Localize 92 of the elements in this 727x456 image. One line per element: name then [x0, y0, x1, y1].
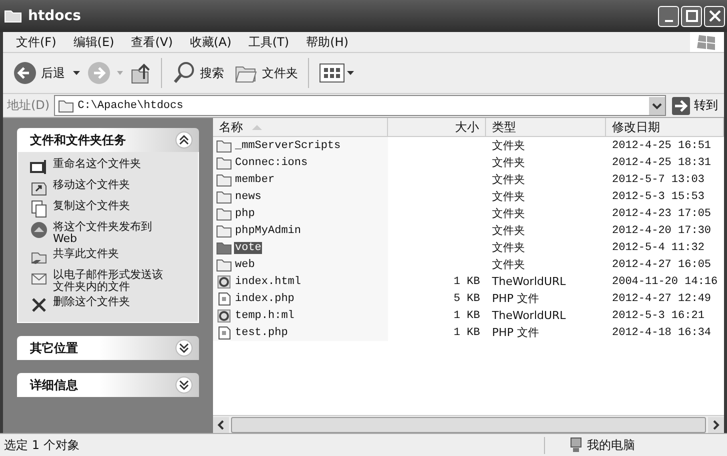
views-icon — [319, 62, 355, 84]
file-size: 5 KB — [454, 292, 480, 304]
delete-icon — [30, 296, 48, 314]
modified-date: 2012-4-27 16:05 — [612, 258, 712, 270]
file-type: 文件夹 — [492, 206, 525, 221]
menu-item[interactable]: 帮助(H) — [306, 34, 348, 50]
file-size: 1 KB — [454, 276, 480, 288]
maximize-button[interactable] — [681, 6, 702, 26]
dropdown-icon[interactable] — [649, 96, 665, 114]
file-name[interactable]: php — [234, 208, 256, 220]
file-name[interactable]: vote — [234, 242, 262, 254]
folders-button[interactable]: 文件夹 — [232, 62, 300, 84]
status-text: 选定 1 个对象 — [0, 436, 545, 454]
file-size: 1 KB — [454, 310, 480, 322]
task-link[interactable]: 复制这个文件夹 — [53, 200, 130, 212]
folder-icon — [58, 98, 74, 112]
modified-date: 2012-5-3 15:53 — [612, 190, 704, 202]
file-name[interactable]: web — [234, 258, 256, 270]
file-type: 文件夹 — [492, 155, 525, 170]
scroll-left-icon[interactable] — [213, 416, 229, 432]
close-button[interactable] — [704, 6, 725, 26]
modified-date: 2012-5-7 13:03 — [612, 174, 704, 186]
computer-icon — [569, 437, 583, 453]
column-header[interactable]: 修改日期 — [606, 118, 724, 136]
minimize-button[interactable] — [658, 6, 679, 26]
menu-item[interactable]: 文件(F) — [16, 34, 56, 50]
file-type: PHP 文件 — [492, 325, 540, 340]
task-link[interactable]: 将这个文件夹发布到 Web — [53, 221, 165, 245]
file-type: 文件夹 — [492, 223, 525, 238]
caret-icon[interactable] — [73, 70, 81, 76]
back-button[interactable]: 后退 — [11, 61, 67, 85]
address-label: 地址(D) — [7, 97, 50, 114]
sort-icon — [251, 123, 263, 131]
modified-date: 2012-4-23 17:05 — [612, 208, 712, 220]
column-header[interactable]: 类型 — [486, 118, 606, 136]
task-link[interactable]: 移动这个文件夹 — [53, 179, 130, 191]
modified-date: 2012-4-20 17:30 — [612, 224, 712, 236]
menu-item[interactable]: 查看(V) — [131, 34, 173, 50]
panel-title: 其它位置 — [30, 340, 78, 356]
modified-date: 2012-5-3 16:21 — [612, 310, 704, 322]
web-page-icon — [216, 308, 232, 322]
file-size: 1 KB — [454, 326, 480, 338]
location-text: 我的电脑 — [587, 436, 635, 454]
file-type: 文件夹 — [492, 172, 525, 187]
file-name[interactable]: member — [234, 174, 276, 186]
modified-date: 2012-4-18 16:34 — [612, 326, 712, 338]
menu-item[interactable]: 工具(T) — [248, 34, 290, 50]
folder-icon — [4, 9, 22, 23]
file-type: PHP 文件 — [492, 291, 540, 306]
close-icon — [708, 10, 720, 22]
file-type: TheWorldURL — [492, 309, 566, 322]
views-button[interactable] — [317, 62, 357, 84]
rename-icon — [30, 158, 48, 176]
arrow-icon — [672, 96, 690, 114]
scroll-thumb[interactable] — [231, 416, 706, 432]
address-field[interactable]: C:\Apache\htdocs — [54, 95, 666, 116]
file-type: TheWorldURL — [492, 275, 566, 288]
panel-title: 详细信息 — [30, 376, 78, 394]
modified-date: 2012-4-25 18:31 — [612, 156, 712, 168]
task-link[interactable]: 删除这个文件夹 — [53, 296, 130, 308]
search-button[interactable]: 搜索 — [170, 61, 226, 85]
menu-item[interactable]: 编辑(E) — [73, 34, 114, 50]
task-link[interactable]: 共享此文件夹 — [53, 248, 119, 260]
minimize-icon — [664, 20, 672, 22]
copy-icon — [30, 200, 48, 218]
task-link[interactable]: 重命名这个文件夹 — [53, 158, 141, 170]
expand-icon[interactable] — [175, 339, 193, 357]
windows-logo-icon — [690, 32, 724, 52]
file-name[interactable]: news — [234, 190, 262, 202]
horizontal-scrollbar[interactable] — [213, 415, 724, 433]
column-header[interactable]: 大小 — [388, 118, 486, 136]
scroll-right-icon[interactable] — [708, 416, 724, 432]
modified-date: 2004-11-20 14:16 — [612, 276, 718, 288]
file-type: 文件夹 — [492, 138, 525, 153]
expand-icon[interactable] — [175, 376, 193, 394]
maximize-icon — [686, 10, 698, 22]
file-type: 文件夹 — [492, 257, 525, 272]
window-title: htdocs — [28, 8, 82, 24]
web-page-icon — [216, 274, 232, 288]
panel-title: 文件和文件夹任务 — [30, 132, 126, 148]
go-button[interactable]: 转到 — [670, 96, 720, 114]
file-type: 文件夹 — [492, 240, 525, 255]
task-link[interactable]: 以电子邮件形式发送该文件夹内的文件 — [53, 269, 165, 293]
collapse-icon[interactable] — [175, 131, 193, 149]
file-type: 文件夹 — [492, 189, 525, 204]
globe-icon — [30, 221, 48, 239]
modified-date: 2012-4-27 12:49 — [612, 292, 712, 304]
menu-item[interactable]: 收藏(A) — [190, 34, 232, 50]
search-icon — [172, 61, 196, 85]
modified-date: 2012-4-25 16:51 — [612, 140, 712, 152]
modified-date: 2012-5-4 11:32 — [612, 242, 704, 254]
column-header[interactable]: 名称 — [213, 118, 388, 136]
